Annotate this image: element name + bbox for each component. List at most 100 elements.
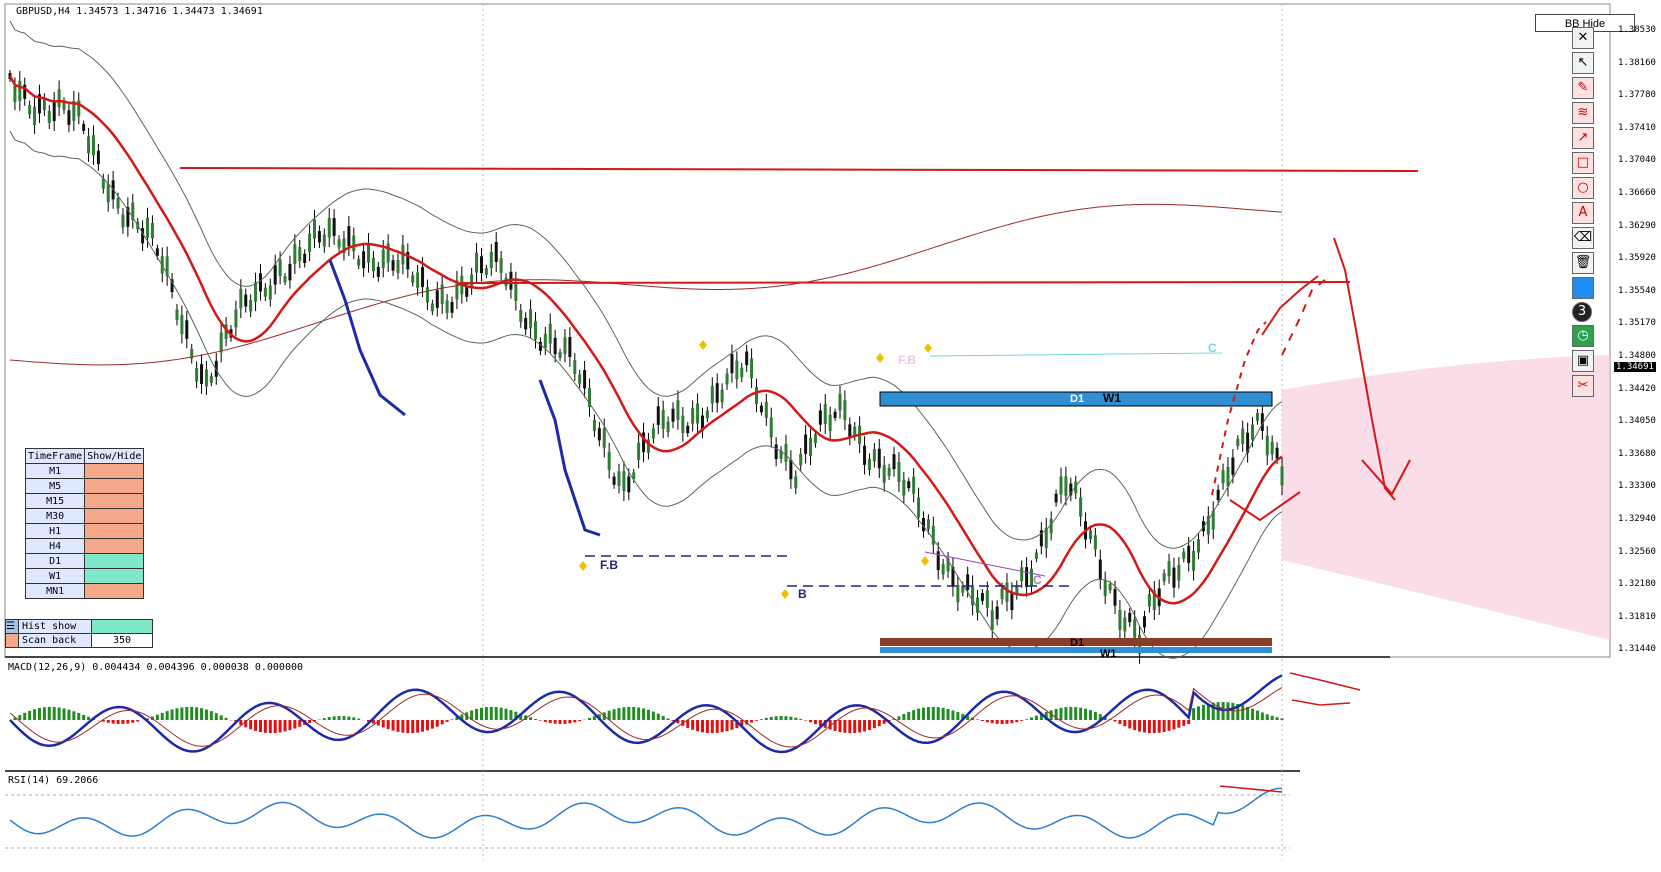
- candle-body: [799, 453, 803, 466]
- candle-body: [1118, 609, 1122, 630]
- candle-body: [1197, 539, 1201, 553]
- candle-body: [150, 223, 154, 239]
- candle-body: [931, 525, 935, 545]
- candle-body: [956, 585, 960, 603]
- price-tick: 1.32560: [1618, 546, 1656, 557]
- macd-histogram-bar: [224, 717, 228, 720]
- candle-body: [823, 404, 827, 424]
- chart-window[interactable]: D1 W1 D1 W1 F.B B F.B C C GBPUSD,H4 1.34573 1.34…: [0, 0, 1661, 872]
- annotation-stroke: [1291, 699, 1351, 706]
- macd-histogram-bar: [337, 716, 341, 720]
- zone-label: W1: [1100, 648, 1117, 660]
- tf-toggle-h4[interactable]: [84, 538, 145, 554]
- tf-toggle-d1[interactable]: [84, 553, 145, 569]
- tf-toggle-w1[interactable]: [84, 568, 145, 584]
- candle-body: [396, 260, 400, 273]
- tf-toggle-m1[interactable]: [84, 463, 145, 479]
- price-tick: 1.37410: [1618, 122, 1656, 133]
- macd-histogram-bar: [538, 720, 542, 721]
- candle-body: [258, 273, 262, 292]
- zone-label: W1: [1103, 391, 1121, 405]
- candle-body: [1255, 412, 1259, 421]
- 3-tool-icon[interactable]: 3: [1572, 302, 1592, 322]
- annotation-stroke: [1289, 672, 1361, 691]
- tf-toggle-m30[interactable]: [84, 508, 145, 524]
- macd-histogram-bar: [789, 716, 793, 720]
- close-tool-icon[interactable]: ✕: [1572, 27, 1594, 49]
- macd-histogram-bar: [106, 720, 110, 723]
- tf-toggle-mn1[interactable]: [84, 583, 145, 599]
- candle-body: [327, 217, 331, 238]
- pattern-label: F.B: [600, 558, 618, 572]
- price-tick: 1.33300: [1618, 481, 1656, 492]
- pen-tool-icon[interactable]: ✎: [1572, 77, 1594, 99]
- macd-histogram-bar: [877, 720, 881, 727]
- candle-body: [489, 251, 493, 268]
- macd-histogram-bar: [980, 720, 984, 721]
- candle-body: [499, 258, 503, 273]
- rectangle-tool-icon[interactable]: □: [1572, 152, 1594, 174]
- candle-body: [902, 479, 906, 496]
- fib-tool-icon[interactable]: ≋: [1572, 102, 1594, 124]
- candle-body: [146, 217, 150, 238]
- macd-histogram-bar: [273, 720, 277, 733]
- macd-histogram-bar: [136, 720, 140, 722]
- macd-histogram-bar: [1147, 720, 1151, 734]
- pattern-point-icon: [876, 353, 884, 363]
- trash-tool-icon[interactable]: 🗑: [1572, 252, 1594, 274]
- candle-body: [416, 272, 420, 288]
- candle-body: [1108, 584, 1112, 591]
- candle-body: [391, 260, 395, 271]
- candle-body: [1270, 441, 1274, 455]
- candle-body: [813, 434, 817, 444]
- scissors-tool-icon[interactable]: ✂: [1572, 375, 1594, 397]
- macd-histogram-bar: [784, 716, 788, 720]
- candle-body: [696, 403, 700, 424]
- candle-body: [671, 408, 675, 422]
- candle-body: [219, 332, 223, 353]
- pattern-label: F.B: [898, 353, 916, 367]
- hist-icon[interactable]: ☰: [5, 619, 19, 634]
- macd-histogram-bar: [809, 720, 813, 723]
- macd-histogram-bar: [1251, 708, 1255, 720]
- tf-toggle-h1[interactable]: [84, 523, 145, 539]
- macd-histogram-bar: [489, 706, 493, 720]
- macd-histogram-bar: [612, 709, 616, 720]
- candle-body: [1098, 559, 1102, 580]
- macd-histogram-bar: [622, 707, 626, 720]
- ellipse-tool-icon[interactable]: ○: [1572, 177, 1594, 199]
- tf-label-d1: D1: [24, 553, 86, 569]
- macd-histogram-bar: [357, 718, 361, 720]
- tf-label-m5: M5: [24, 478, 86, 494]
- save-tool-icon[interactable]: ▣: [1572, 350, 1594, 372]
- candle-body: [67, 110, 71, 125]
- scan-icon[interactable]: [5, 633, 19, 648]
- candle-body: [597, 428, 601, 441]
- candle-body: [833, 411, 837, 418]
- scan-back-value[interactable]: 350: [91, 633, 153, 648]
- macd-histogram-bar: [1069, 706, 1073, 720]
- arrow-tool-icon[interactable]: ↗: [1572, 127, 1594, 149]
- tf-toggle-m15[interactable]: [84, 493, 145, 509]
- cursor-tool-icon[interactable]: ↖: [1572, 52, 1594, 74]
- tf-toggle-m5[interactable]: [84, 478, 145, 494]
- color-tool-icon[interactable]: [1572, 277, 1594, 299]
- text-tool-icon[interactable]: A: [1572, 202, 1594, 224]
- clock-tool-icon[interactable]: ◷: [1572, 325, 1594, 347]
- eraser-tool-icon[interactable]: ⌫: [1572, 227, 1594, 249]
- macd-histogram-bar: [794, 717, 798, 720]
- candle-body: [789, 459, 793, 480]
- candle-body: [268, 285, 272, 300]
- tf-label-m1: M1: [24, 463, 86, 479]
- macd-histogram-bar: [504, 708, 508, 720]
- macd-histogram-bar: [293, 720, 297, 729]
- candle-body: [602, 428, 606, 448]
- hist-show-toggle[interactable]: [91, 619, 153, 634]
- candle-body: [1093, 535, 1097, 550]
- macd-histogram-bar: [160, 712, 164, 720]
- macd-histogram-bar: [254, 720, 258, 731]
- chart-canvas[interactable]: D1 W1D1W1F.BBF.BCC: [0, 0, 1661, 872]
- macd-histogram-bar: [440, 720, 444, 725]
- macd-histogram-bar: [352, 717, 356, 720]
- candle-body: [96, 150, 100, 165]
